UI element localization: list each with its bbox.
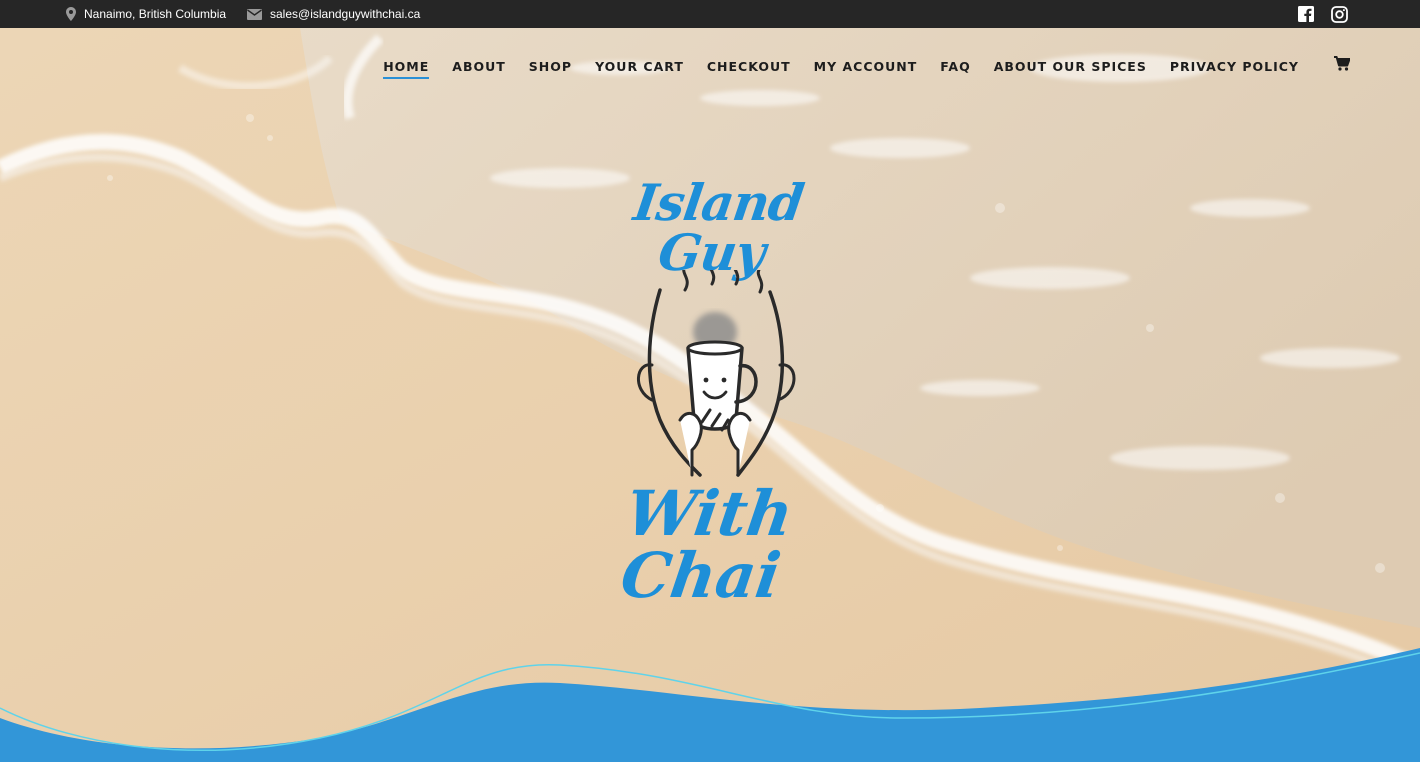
nav-checkout[interactable]: CHECKOUT xyxy=(707,59,791,78)
envelope-icon xyxy=(247,8,262,20)
site-logo[interactable]: Island Guy With Chai xyxy=(560,173,860,612)
email-info[interactable]: sales@islandguywithchai.ca xyxy=(247,0,420,28)
location-text: Nanaimo, British Columbia xyxy=(84,7,227,21)
nav-about-our-spices[interactable]: ABOUT OUR SPICES xyxy=(994,59,1147,78)
top-bar: Nanaimo, British Columbia sales@islandgu… xyxy=(0,0,1420,28)
nav-your-cart[interactable]: YOUR CART xyxy=(595,59,684,78)
instagram-icon[interactable] xyxy=(1331,0,1348,28)
hero-banner: Island Guy With Chai HOME ABOUT SHOP YOU… xyxy=(0,28,1420,762)
nav-faq[interactable]: FAQ xyxy=(940,59,970,78)
guy-with-chai-illustration xyxy=(637,270,796,477)
location-info: Nanaimo, British Columbia xyxy=(66,0,226,28)
logo-text-with-chai: With Chai xyxy=(616,477,798,612)
shopping-cart-icon[interactable] xyxy=(1334,56,1351,80)
map-pin-icon xyxy=(66,7,76,21)
main-nav: HOME ABOUT SHOP YOUR CART CHECKOUT MY AC… xyxy=(383,56,1351,80)
nav-home[interactable]: HOME xyxy=(383,59,430,79)
page: Nanaimo, British Columbia sales@islandgu… xyxy=(0,0,1420,762)
nav-privacy-policy[interactable]: PRIVACY POLICY xyxy=(1170,59,1299,78)
email-link[interactable]: sales@islandguywithchai.ca xyxy=(270,7,420,21)
facebook-icon[interactable] xyxy=(1298,0,1314,28)
nav-my-account[interactable]: MY ACCOUNT xyxy=(814,59,918,78)
logo-text-island-guy: Island Guy xyxy=(630,173,807,282)
nav-about[interactable]: ABOUT xyxy=(452,59,506,78)
nav-shop[interactable]: SHOP xyxy=(529,59,572,78)
